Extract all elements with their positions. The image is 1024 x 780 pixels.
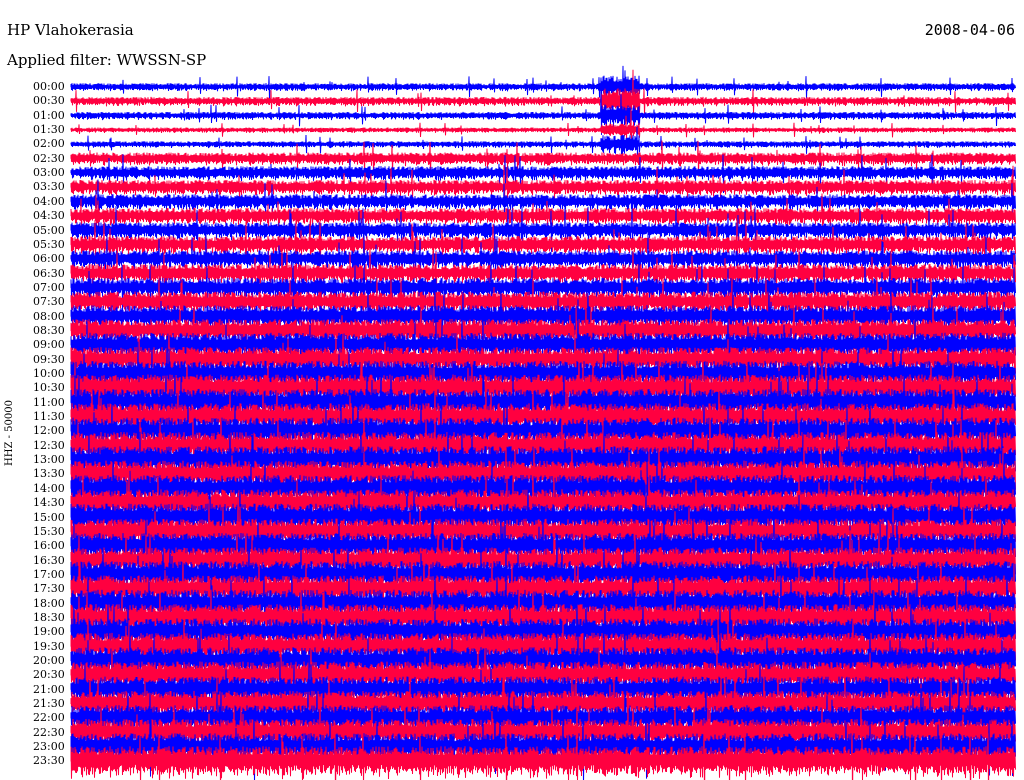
helicorder-plot	[70, 65, 1016, 780]
